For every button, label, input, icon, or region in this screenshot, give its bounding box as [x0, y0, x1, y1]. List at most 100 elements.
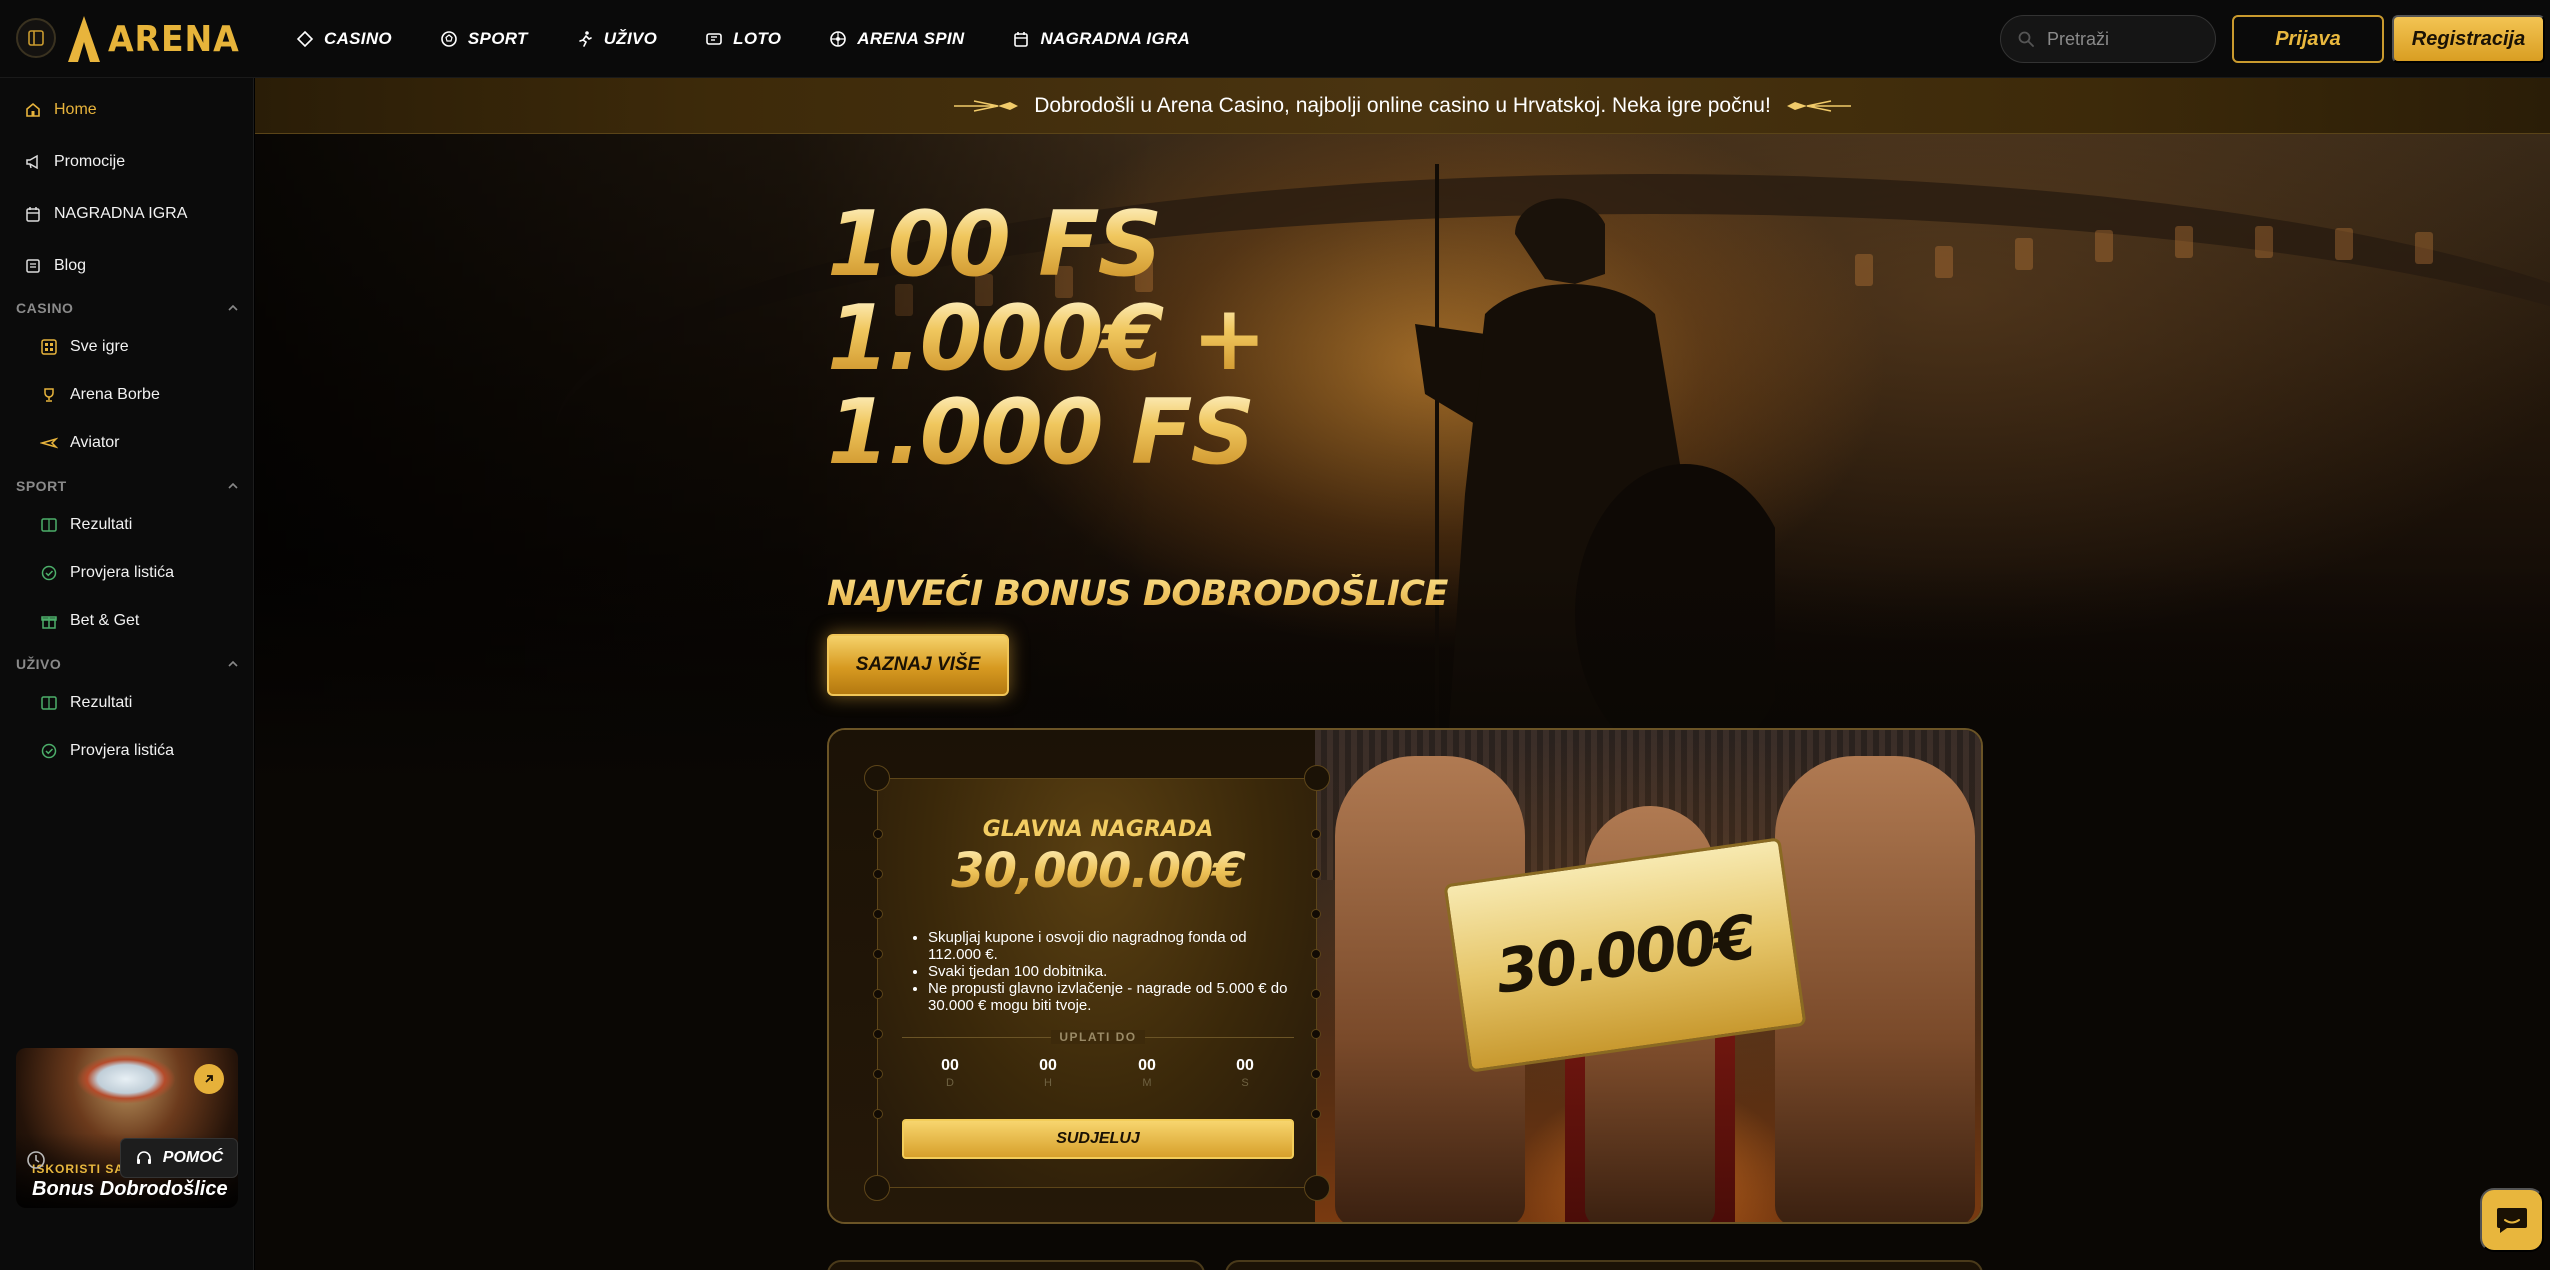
ornament-right-icon	[1786, 99, 1851, 112]
hero-arena-window	[1855, 254, 1873, 286]
gift-icon	[41, 616, 57, 629]
chevron-up-icon	[228, 304, 238, 311]
sidebar-section-casino-title: CASINO	[16, 300, 74, 316]
scoreboard-icon	[41, 696, 57, 710]
nav-arena-spin[interactable]: ARENA SPIN	[805, 0, 988, 78]
sidebar-item-promocije-label: Promocije	[54, 153, 126, 170]
arena-logo-icon	[68, 16, 100, 62]
sidebar-item-nagradna-igra-label: NAGRADNA IGRA	[54, 205, 188, 222]
join-raffle-button[interactable]: SUDJELUJ	[902, 1119, 1294, 1159]
prize-check-amount: 30.000€	[1491, 902, 1759, 1008]
check-ticket-icon	[41, 743, 57, 759]
sidebar-item-bet-and-get-label: Bet & Get	[70, 612, 140, 629]
ticket-notch	[1311, 1069, 1321, 1079]
hero-arena-window	[2015, 238, 2033, 270]
live-chat-button[interactable]	[2480, 1188, 2544, 1252]
sidebar: Home Promocije NAGRADNA IGRA Blog CASINO…	[0, 78, 254, 1270]
raffle-prize-amount: 30,000.00€	[878, 843, 1318, 899]
ticket-notch	[1311, 989, 1321, 999]
deposit-deadline-label-text: UPLATI DO	[1051, 1030, 1145, 1044]
promo-card-image	[76, 1054, 176, 1104]
nav-loto[interactable]: LOTO	[681, 0, 805, 78]
main-navigation: CASINO SPORT UŽIVO LOTO ARENA SPIN NAGRA…	[272, 0, 1214, 78]
ticket-notch	[873, 949, 883, 959]
sidebar-toggle-button[interactable]	[16, 18, 56, 58]
sidebar-item-sport-rezultati-label: Rezultati	[70, 516, 133, 533]
nav-loto-label: LOTO	[733, 29, 782, 48]
gladiator-figure-right	[1775, 756, 1975, 1222]
sidebar-item-home[interactable]: Home	[24, 97, 97, 123]
raffle-ticket-panel: GLAVNA NAGRADA 30,000.00€ Skupljaj kupon…	[829, 730, 1330, 1222]
arena-logo[interactable]: ARENA	[68, 14, 251, 64]
bonus-promo-card[interactable]: ISKORISTI SADA Bonus Dobrodošlice	[16, 1048, 238, 1208]
search-icon	[2018, 31, 2034, 47]
sidebar-section-sport[interactable]: SPORT	[16, 478, 240, 494]
countdown-hours: 00 H	[1028, 1057, 1068, 1089]
raffle-card: 30.000€ GLAVNA NAGRADA 30,000.00€ • Skup…	[827, 728, 1983, 1224]
nav-casino[interactable]: CASINO	[272, 0, 416, 78]
sidebar-item-bet-and-get[interactable]: Bet & Get	[40, 608, 139, 634]
nav-sport-label: SPORT	[467, 29, 528, 48]
sidebar-item-uzivo-rezultati[interactable]: Rezultati	[40, 690, 132, 716]
nav-sport[interactable]: SPORT	[416, 0, 552, 78]
sidebar-item-aviator-label: Aviator	[70, 434, 120, 451]
ticket-notch	[1311, 1109, 1321, 1119]
sidebar-item-uzivo-provjera-listica-label: Provjera listića	[70, 742, 175, 759]
sidebar-section-uzivo[interactable]: UŽIVO	[16, 656, 240, 672]
ticket-notch	[1311, 909, 1321, 919]
ticket-corner	[1304, 765, 1330, 791]
nav-arena-spin-label: ARENA SPIN	[857, 29, 965, 48]
ticket-notch	[873, 1109, 883, 1119]
sidebar-item-blog[interactable]: Blog	[24, 253, 86, 279]
sidebar-item-nagradna-igra[interactable]: NAGRADNA IGRA	[24, 201, 187, 227]
sidebar-item-blog-label: Blog	[54, 257, 87, 274]
ticket-notch	[873, 1069, 883, 1079]
register-button[interactable]: Registracija	[2392, 15, 2545, 63]
ticket-corner	[864, 765, 890, 791]
spin-wheel-icon	[830, 31, 847, 47]
raffle-gladiators-image: 30.000€	[1315, 730, 1981, 1222]
hero-arena-window	[2335, 228, 2353, 260]
calendar-gift-icon	[1014, 32, 1029, 47]
sidebar-item-aviator[interactable]: Aviator	[40, 430, 120, 456]
ornament-left-icon	[954, 99, 1019, 112]
chat-bubble-icon	[2497, 1208, 2527, 1233]
deposit-deadline-label: UPLATI DO	[878, 1030, 1318, 1044]
top-navigation-bar: ARENA CASINO SPORT UŽIVO LOTO ARENA SPIN…	[0, 0, 2550, 78]
grid-icon	[41, 339, 57, 355]
ticket-notch	[1311, 949, 1321, 959]
countdown-minutes-value: 00	[1138, 1057, 1156, 1074]
list-item: Svaki tjedan 100 dobitnika.	[928, 963, 1298, 980]
promo-card-preview[interactable]	[827, 1260, 1205, 1270]
nav-nagradna-igra[interactable]: NAGRADNA IGRA	[988, 0, 1214, 78]
megaphone-icon	[26, 154, 38, 170]
sidebar-item-sve-igre[interactable]: Sve igre	[40, 334, 129, 360]
nav-nagradna-igra-label: NAGRADNA IGRA	[1040, 29, 1191, 48]
help-button[interactable]: POMOĆ	[120, 1138, 238, 1178]
sidebar-item-arena-borbe[interactable]: Arena Borbe	[40, 382, 160, 408]
sidebar-item-uzivo-provjera-listica[interactable]: Provjera listića	[40, 738, 174, 764]
sidebar-item-sve-igre-label: Sve igre	[70, 338, 129, 355]
nav-uzivo[interactable]: UŽIVO	[552, 0, 681, 78]
history-clock-icon[interactable]	[26, 1150, 46, 1170]
home-icon	[26, 102, 40, 117]
promo-card-preview[interactable]	[1225, 1260, 1983, 1270]
hero-arena-window	[2175, 226, 2193, 258]
sidebar-section-sport-title: SPORT	[16, 478, 67, 494]
arrow-up-right-icon[interactable]	[194, 1064, 224, 1094]
sidebar-item-sport-provjera-listica[interactable]: Provjera listića	[40, 560, 174, 586]
sidebar-section-casino[interactable]: CASINO	[16, 300, 240, 316]
list-item: Skupljaj kupone i osvoji dio nagradnog f…	[928, 929, 1298, 963]
main-content: Dobrodošli u Arena Casino, najbolji onli…	[255, 78, 2550, 1270]
sidebar-item-promocije[interactable]: Promocije	[24, 149, 125, 175]
list-item: Ne propusti glavno izvlačenje - nagrade …	[928, 980, 1298, 1014]
ticket-notch	[873, 989, 883, 999]
ticket-icon	[706, 33, 722, 45]
countdown-seconds-unit: S	[1241, 1077, 1249, 1089]
learn-more-button[interactable]: SAZNAJ VIŠE	[827, 634, 1009, 696]
login-button[interactable]: Prijava	[2232, 15, 2384, 63]
search-box[interactable]	[2000, 15, 2216, 63]
sidebar-item-sport-rezultati[interactable]: Rezultati	[40, 512, 132, 538]
calendar-gift-icon	[26, 207, 40, 222]
search-input[interactable]	[2047, 28, 2187, 50]
